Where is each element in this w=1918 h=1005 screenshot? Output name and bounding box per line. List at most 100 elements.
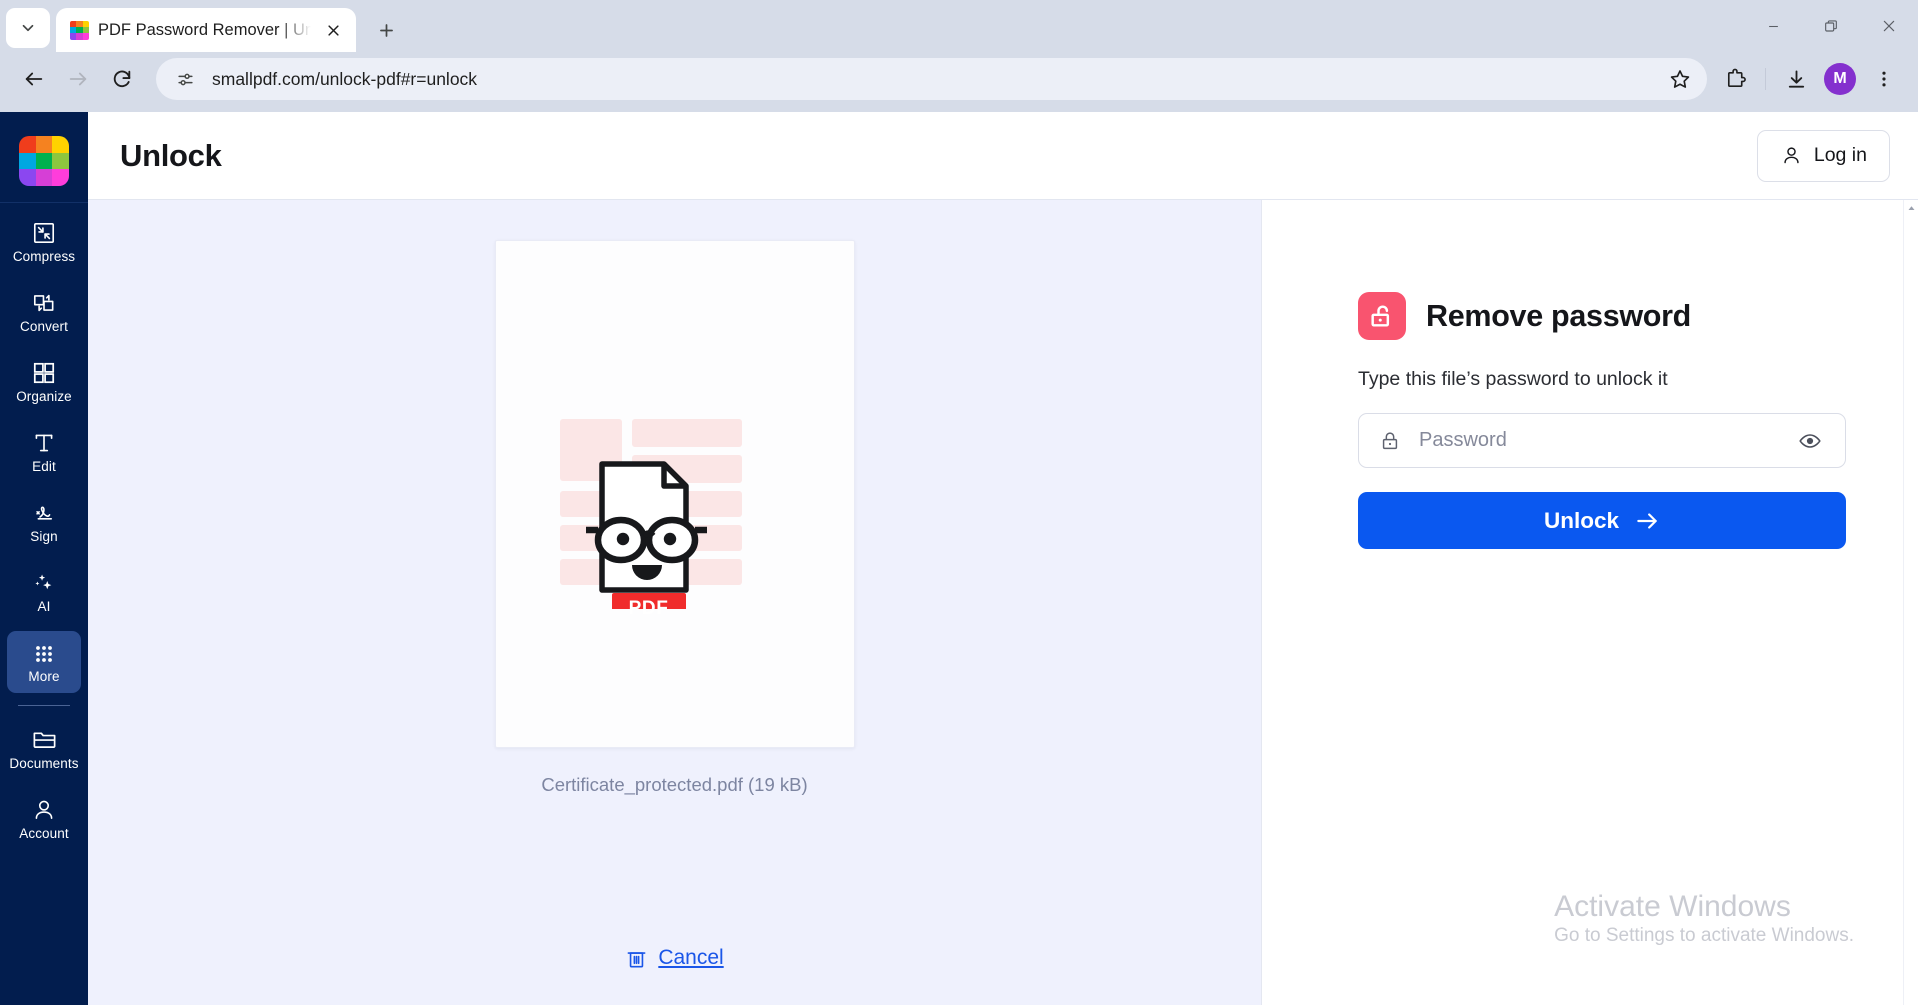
sidebar-item-account[interactable]: Account [7,788,81,850]
watermark-subtitle: Go to Settings to activate Windows. [1554,925,1854,946]
trash-icon [627,951,646,967]
login-button[interactable]: Log in [1756,129,1890,182]
page-scrollbar[interactable] [1903,200,1918,1005]
pdf-mascot-icon [559,419,742,625]
star-icon [1670,70,1690,88]
toolbar-divider [1765,68,1766,90]
plus-icon [379,23,393,37]
person-icon [31,797,57,823]
app-header: Unlock Log in [88,112,1918,200]
sidebar-item-label: More [28,669,60,685]
chevron-up-icon [1908,205,1914,210]
site-settings-button[interactable] [170,64,200,94]
logo-swatch [52,169,69,186]
panel-title-row: Remove password [1358,292,1846,340]
compress-icon [31,220,57,246]
url-text: smallpdf.com/unlock-pdf#r=unlock [212,68,478,89]
unlock-button-label: Unlock [1543,507,1619,533]
panel-subtitle: Type this file’s password to unlock it [1358,368,1668,390]
logo-swatch [19,169,36,186]
sidebar-logo-separator [0,202,88,203]
bookmark-button[interactable] [1661,60,1699,98]
signature-icon [31,500,58,526]
logo-swatch [35,152,53,170]
folder-icon [31,727,58,753]
logo-swatch [52,136,69,153]
sidebar-item-label: Sign [30,529,58,545]
site-settings-icon [177,73,193,85]
restore-icon [1825,20,1837,32]
cancel-button[interactable]: Cancel [88,946,1261,970]
sidebar-item-compress[interactable]: Compress [7,211,81,273]
sidebar-item-convert[interactable]: Convert [7,281,81,343]
document-preview-card[interactable]: PDF [494,240,855,748]
logo-swatch [19,136,36,153]
forward-button[interactable] [58,59,98,99]
new-tab-button[interactable] [368,12,404,48]
app-sidebar: Compress Convert Organize Edit Sign AI M… [0,112,88,1005]
sidebar-item-edit[interactable]: Edit [7,421,81,483]
back-button[interactable] [14,59,54,99]
open-padlock-badge [1358,292,1406,340]
sidebar-item-ai[interactable]: AI [7,561,81,623]
logo-swatch [52,152,69,170]
downloads-button[interactable] [1776,59,1816,99]
window-controls [1744,0,1918,52]
page-title: Unlock [120,137,222,173]
text-edit-icon [31,430,57,456]
login-button-label: Log in [1813,144,1867,166]
password-input[interactable] [1401,429,1793,452]
logo-swatch [19,152,36,170]
organize-icon [31,360,57,386]
person-icon [1784,147,1799,164]
page-viewport: Compress Convert Organize Edit Sign AI M… [0,112,1918,1005]
lock-icon [1382,431,1398,449]
cancel-label: Cancel [658,946,724,969]
arrow-right-icon [69,72,87,86]
browser-window: PDF Password Remover | Unlock [0,0,1918,1005]
sidebar-item-sign[interactable]: Sign [7,491,81,553]
window-restore-button[interactable] [1802,0,1860,52]
browser-toolbar: smallpdf.com/unlock-pdf#r=unlock M [0,52,1918,112]
window-minimize-button[interactable] [1744,0,1802,52]
sidebar-item-organize[interactable]: Organize [7,351,81,413]
arrow-left-icon [25,72,43,86]
windows-activation-watermark: Activate Windows Go to Settings to activ… [1554,888,1854,948]
browser-menu-button[interactable] [1864,59,1904,99]
unlock-submit-button[interactable]: Unlock [1358,492,1846,549]
logo-swatch [35,136,53,153]
toggle-password-visibility-button[interactable] [1793,424,1827,458]
tab-strip: PDF Password Remover | Unlock [0,0,1918,52]
profile-button[interactable]: M [1820,59,1860,99]
window-close-button[interactable] [1860,0,1918,52]
avatar: M [1824,63,1856,95]
sparkles-icon [31,570,57,596]
sidebar-item-more[interactable]: More [7,631,81,693]
puzzle-piece-icon [1727,68,1746,87]
tab-title: PDF Password Remover | Unlock [98,20,311,39]
sidebar-item-label: AI [37,599,51,615]
sidebar-divider [18,705,70,706]
sidebar-item-label: Organize [16,389,72,405]
grid-dots-icon [32,640,56,666]
tab-close-button[interactable] [320,17,346,43]
sidebar-item-documents[interactable]: Documents [7,718,81,780]
chevron-down-icon [22,24,34,32]
reload-button[interactable] [102,59,142,99]
address-bar[interactable]: smallpdf.com/unlock-pdf#r=unlock [156,58,1707,100]
browser-tab[interactable]: PDF Password Remover | Unlock [56,8,356,52]
password-field-wrapper[interactable] [1358,413,1846,468]
download-icon [1788,69,1804,88]
scroll-up-arrow[interactable] [1904,200,1918,216]
extensions-button[interactable] [1715,59,1755,99]
arrow-right-icon [1637,512,1657,529]
tab-search-button[interactable] [6,8,50,48]
app-area: Unlock Log in PDF Certificate_protected.… [88,112,1918,1005]
file-preview-pane: PDF Certificate_protected.pdf (19 kB) Ca [88,200,1261,1005]
logo-swatch [82,33,89,40]
sidebar-item-label: Documents [9,756,79,772]
panel-title: Remove password [1426,298,1692,333]
eye-icon [1799,433,1821,448]
remove-password-panel: Remove password Type this file’s passwor… [1261,200,1918,1005]
smallpdf-logo-button[interactable] [0,120,88,202]
